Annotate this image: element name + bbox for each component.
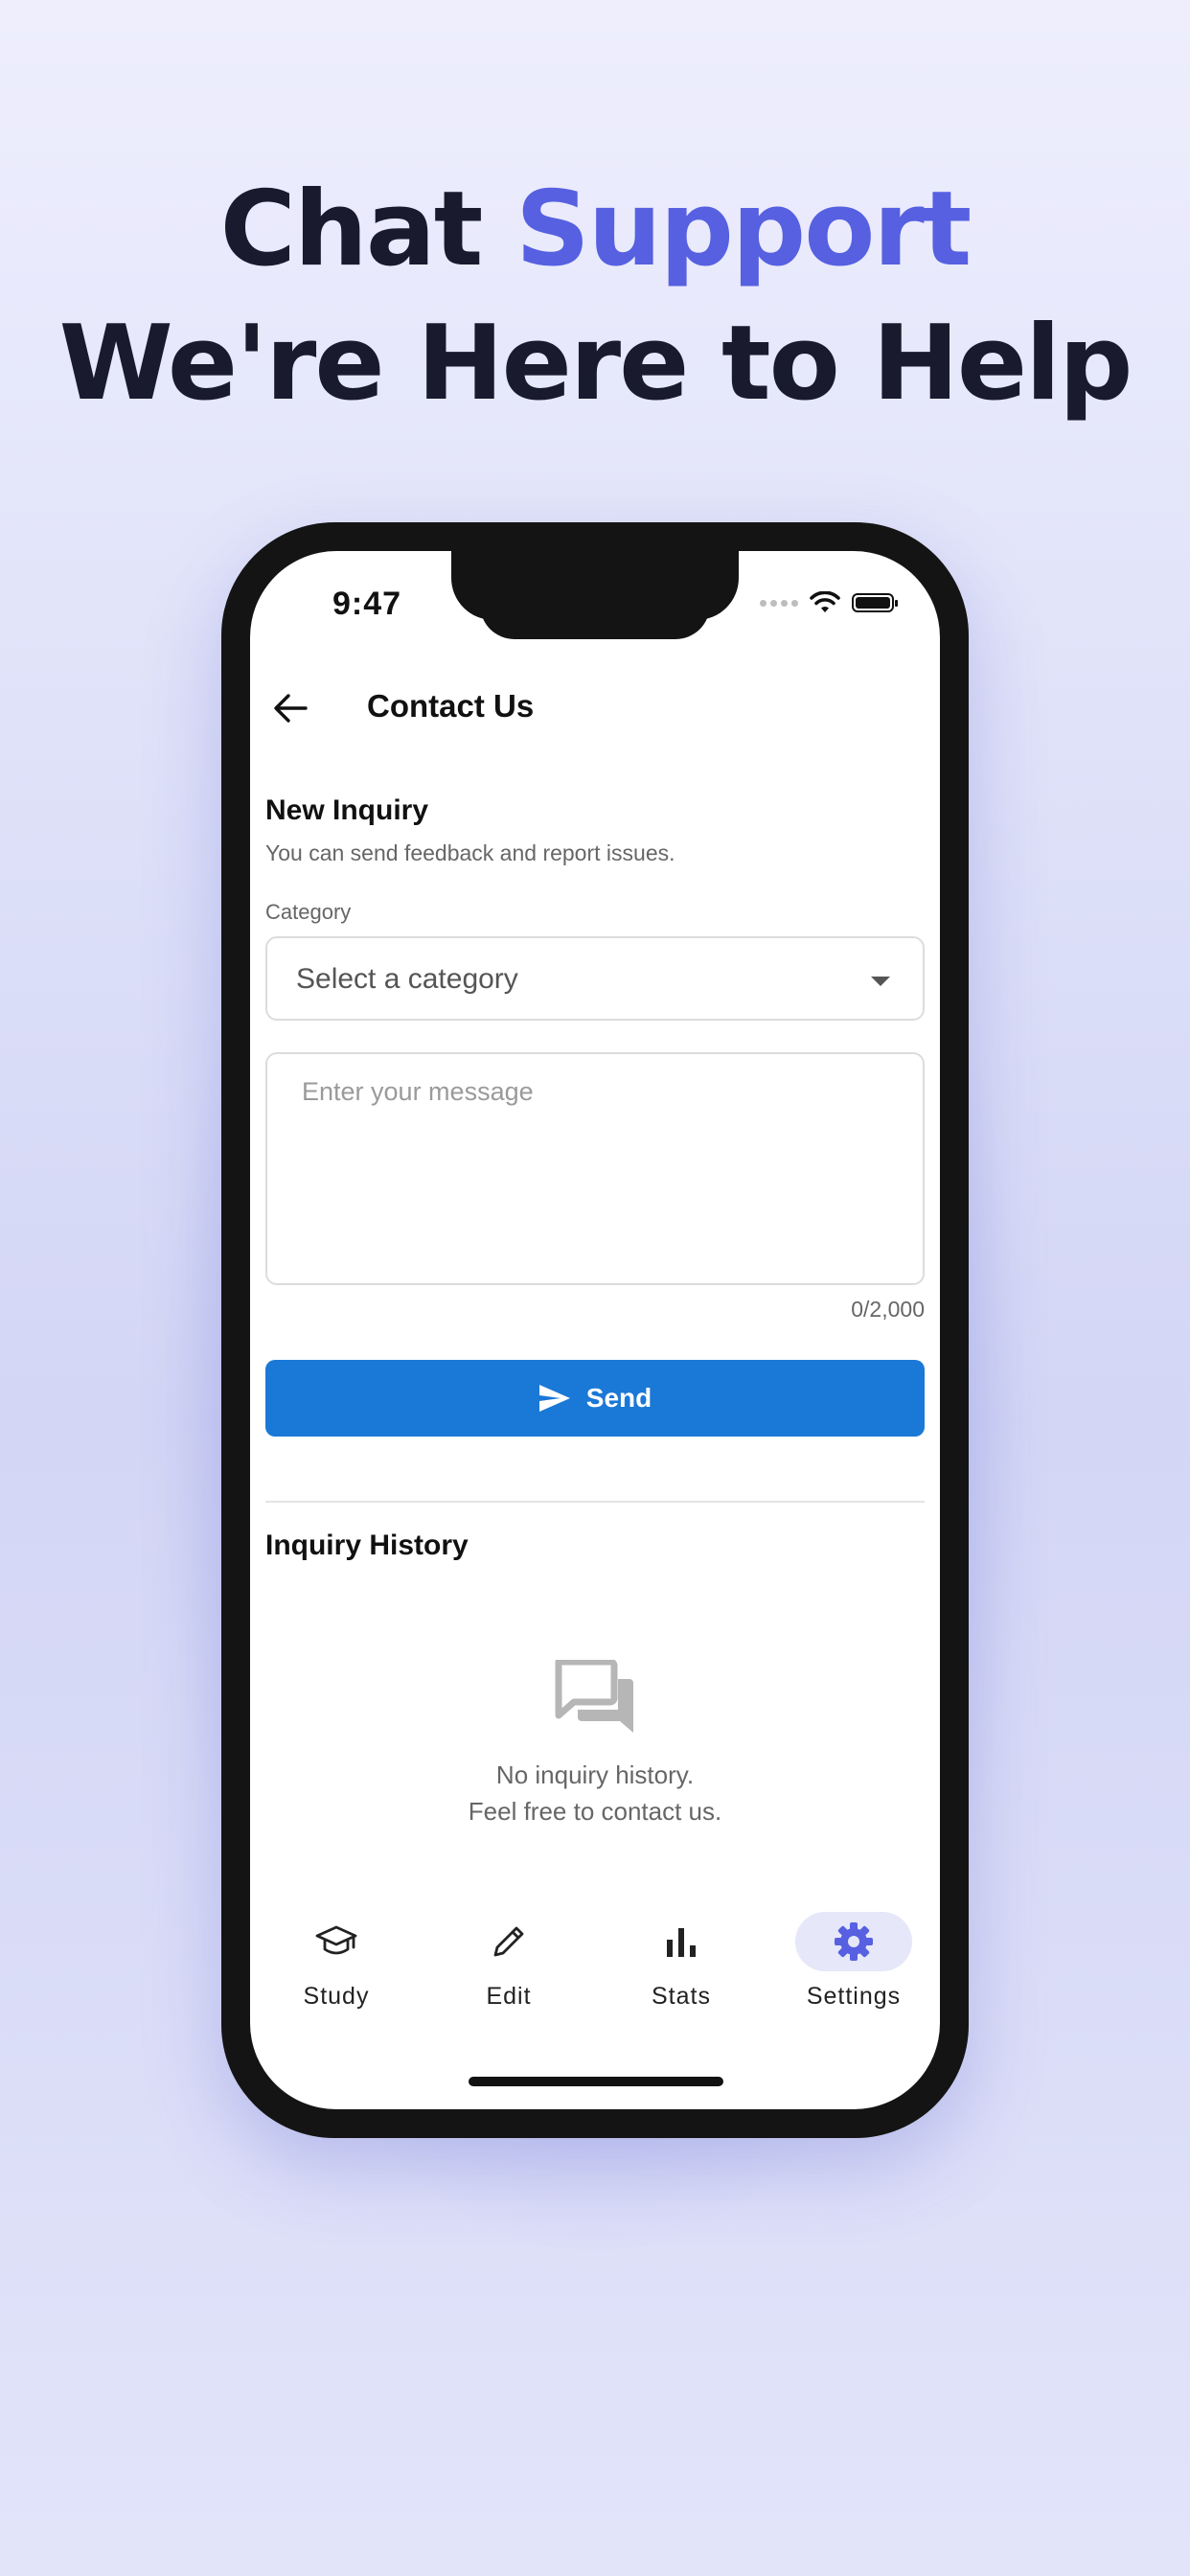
phone-screen: 9:47 Contact Us New Inquiry You can send… [250,551,940,2109]
category-select-value: Select a category [296,963,518,995]
inquiry-history-title: Inquiry History [265,1530,469,1561]
pencil-icon [450,1912,567,1971]
wifi-icon [810,591,840,612]
nav-label-edit: Edit [486,1983,532,2010]
headline-line-1: Chat Support [0,163,1190,297]
nav-item-stats[interactable]: Stats [595,1912,767,2056]
nav-item-study[interactable]: Study [250,1912,423,2056]
new-inquiry-subtitle: You can send feedback and report issues. [265,840,675,865]
arrow-left-icon[interactable] [267,685,313,731]
nav-label-settings: Settings [806,1983,902,2010]
headline-line-2: We're Here to Help [58,304,1133,424]
signal-dots-icon [760,599,798,607]
bottom-navigation: Study Edit Stats Settings [250,1912,940,2056]
battery-icon [852,593,898,612]
home-indicator[interactable] [469,2077,723,2086]
nav-label-study: Study [303,1983,370,2010]
headline-word: Chat [219,170,484,289]
notch-camera-housing [480,599,710,639]
nav-item-edit[interactable]: Edit [423,1912,595,2056]
promo-headline: Chat Support We're Here to Help [0,163,1190,431]
send-icon [538,1385,570,1412]
section-divider [265,1501,925,1503]
send-button[interactable]: Send [265,1360,925,1437]
new-inquiry-title: New Inquiry [265,794,429,826]
empty-history-line-1: No inquiry history. [495,1760,695,1789]
phone-frame: 9:47 Contact Us New Inquiry You can send… [221,522,969,2138]
category-label: Category [265,900,352,924]
gear-icon [795,1912,912,1971]
chevron-down-icon [871,977,890,986]
empty-history-line-2: Feel free to contact us. [468,1797,722,1826]
chat-bubbles-icon [555,1660,633,1733]
nav-item-settings[interactable]: Settings [767,1912,940,2056]
headline-accent-word: Support [515,170,972,289]
nav-label-stats: Stats [652,1983,711,2010]
character-counter: 0/2,000 [851,1297,925,1322]
graduation-cap-icon [278,1912,395,1971]
status-time: 9:47 [332,586,402,622]
status-icons [760,591,898,614]
category-select[interactable]: Select a category [265,936,925,1021]
page-title: Contact Us [367,688,535,724]
message-input[interactable] [265,1052,925,1285]
send-button-label: Send [585,1383,652,1413]
bar-chart-icon [623,1912,740,1971]
